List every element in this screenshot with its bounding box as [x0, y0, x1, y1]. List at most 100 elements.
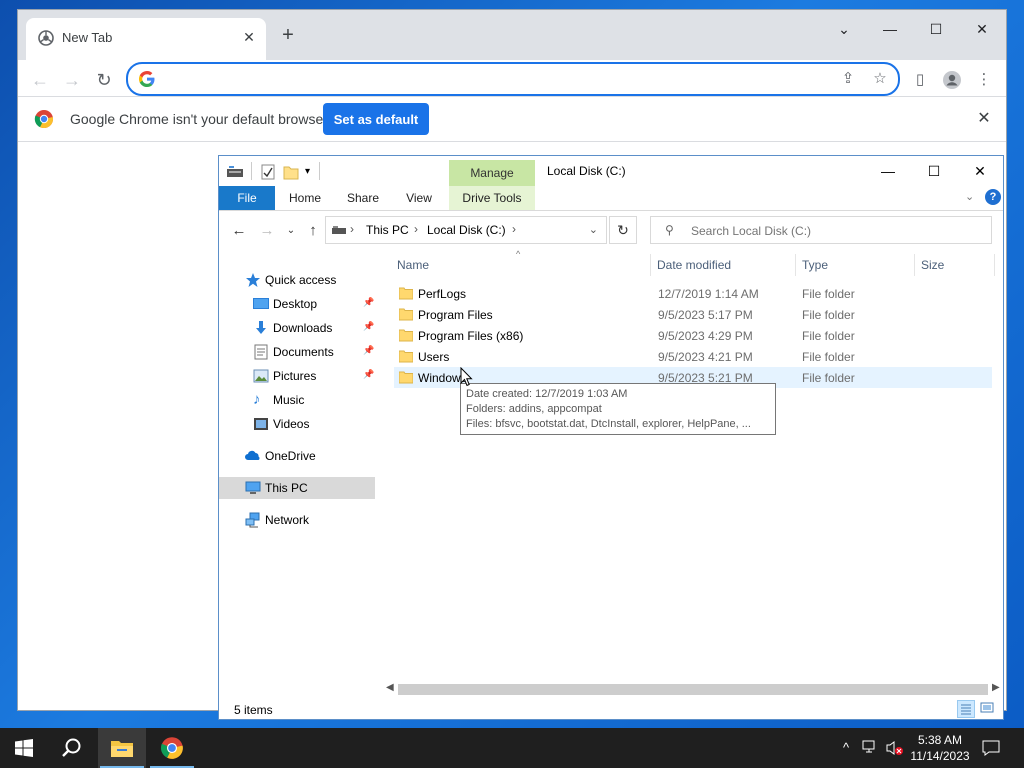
- help-icon[interactable]: ?: [985, 189, 1001, 205]
- details-view-icon[interactable]: [957, 700, 975, 718]
- chrome-menu-icon[interactable]: ⋮: [972, 68, 996, 92]
- google-g-icon: [139, 71, 155, 87]
- file-type: File folder: [802, 308, 855, 322]
- explorer-close-button[interactable]: ✕: [957, 156, 1003, 186]
- chrome-logo-icon: [34, 110, 54, 129]
- nav-network[interactable]: Network: [219, 509, 375, 531]
- address-dropdown-icon[interactable]: ⌄: [589, 223, 598, 236]
- nav-downloads[interactable]: Downloads 📌: [219, 317, 375, 339]
- tooltip-files: Files: bfsvc, bootstat.dat, DtcInstall, …: [466, 418, 751, 430]
- system-clock[interactable]: 5:38 AM 11/14/2023: [904, 732, 976, 764]
- scroll-right-icon[interactable]: ▶: [992, 682, 1000, 693]
- nav-onedrive[interactable]: OneDrive: [219, 445, 375, 467]
- new-folder-icon[interactable]: [283, 164, 299, 180]
- column-header-type[interactable]: Type: [802, 258, 828, 272]
- up-arrow-icon[interactable]: ↑: [303, 221, 323, 241]
- tab-view[interactable]: View: [395, 186, 443, 210]
- qat-dropdown-icon[interactable]: ▾: [305, 166, 310, 177]
- column-header-date-modified[interactable]: Date modified: [657, 258, 731, 272]
- tab-close-icon[interactable]: ✕: [240, 28, 258, 46]
- forward-button[interactable]: →: [58, 66, 86, 94]
- column-divider[interactable]: [914, 254, 915, 276]
- side-panel-icon[interactable]: ▯: [908, 68, 932, 92]
- file-row[interactable]: Users 9/5/2023 4:21 PM File folder: [394, 346, 992, 367]
- nav-desktop[interactable]: Desktop 📌: [219, 293, 375, 315]
- column-header-name[interactable]: Name: [397, 258, 429, 272]
- scrollbar-thumb[interactable]: [398, 684, 988, 695]
- set-as-default-button[interactable]: Set as default: [323, 103, 429, 135]
- manage-contextual-tab[interactable]: Manage: [449, 160, 535, 186]
- chrome-maximize-button[interactable]: ☐: [914, 14, 958, 44]
- file-row[interactable]: PerfLogs 12/7/2019 1:14 AM File folder: [394, 283, 992, 304]
- search-button[interactable]: [48, 728, 96, 768]
- tooltip-date-created: Date created: 12/7/2019 1:03 AM: [466, 388, 628, 400]
- desktop-icon: [253, 296, 269, 312]
- refresh-button[interactable]: ↻: [609, 216, 637, 244]
- videos-icon: [253, 416, 269, 432]
- clock-time: 5:38 AM: [917, 733, 963, 747]
- show-hidden-icons-chevron-icon[interactable]: ^: [838, 740, 854, 756]
- folder-icon: [399, 329, 413, 342]
- tab-drive-tools[interactable]: Drive Tools: [449, 186, 535, 210]
- chrome-taskbar-button[interactable]: [148, 728, 196, 768]
- nav-music[interactable]: ♪ Music: [219, 389, 375, 411]
- mouse-cursor-icon: [460, 367, 473, 387]
- nav-pictures[interactable]: Pictures 📌: [219, 365, 375, 387]
- back-button[interactable]: ←: [26, 66, 54, 94]
- chrome-tab-new-tab[interactable]: New Tab ✕: [26, 18, 266, 60]
- share-icon[interactable]: ⇪: [838, 69, 858, 89]
- volume-muted-icon[interactable]: [886, 740, 903, 756]
- cloud-icon: [245, 448, 261, 464]
- search-box[interactable]: ⚲: [650, 216, 992, 244]
- horizontal-scrollbar[interactable]: ◀ ▶: [384, 681, 1003, 698]
- explorer-minimize-button[interactable]: —: [865, 156, 911, 186]
- nav-quick-access[interactable]: Quick access: [219, 269, 375, 291]
- breadcrumb-local-disk[interactable]: Local Disk (C:): [427, 223, 506, 237]
- tab-share[interactable]: Share: [339, 186, 387, 210]
- tab-search-chevron-icon[interactable]: ⌄: [822, 14, 866, 44]
- column-divider[interactable]: [795, 254, 796, 276]
- file-row[interactable]: Program Files (x86) 9/5/2023 4:29 PM Fil…: [394, 325, 992, 346]
- nav-this-pc[interactable]: This PC: [219, 477, 375, 499]
- chrome-minimize-button[interactable]: —: [868, 14, 912, 44]
- pin-icon: 📌: [363, 321, 375, 331]
- column-header-size[interactable]: Size: [921, 258, 944, 272]
- tooltip-folders: Folders: addins, appcompat: [466, 403, 602, 415]
- new-tab-button[interactable]: +: [274, 24, 302, 48]
- address-bar[interactable]: › This PC › Local Disk (C:) › ⌄: [325, 216, 607, 244]
- computer-icon: [245, 480, 261, 496]
- tab-file[interactable]: File: [219, 186, 275, 210]
- properties-icon[interactable]: [261, 164, 275, 180]
- omnibox-input[interactable]: [164, 68, 818, 92]
- file-type: File folder: [802, 371, 855, 385]
- reload-button[interactable]: ↻: [90, 66, 118, 94]
- start-button[interactable]: [0, 728, 48, 768]
- column-divider[interactable]: [994, 254, 995, 276]
- file-row[interactable]: Program Files 9/5/2023 5:17 PM File fold…: [394, 304, 992, 325]
- search-input[interactable]: [689, 221, 983, 241]
- explorer-maximize-button[interactable]: ☐: [911, 156, 957, 186]
- nav-label: Videos: [273, 417, 310, 431]
- scroll-left-icon[interactable]: ◀: [386, 682, 394, 693]
- file-explorer-taskbar-button[interactable]: [98, 728, 146, 768]
- forward-arrow-icon[interactable]: →: [257, 221, 277, 241]
- network-tray-icon[interactable]: [862, 740, 878, 756]
- nav-documents[interactable]: Documents 📌: [219, 341, 375, 363]
- tab-home[interactable]: Home: [281, 186, 329, 210]
- pin-icon: 📌: [363, 369, 375, 379]
- bookmark-star-icon[interactable]: ☆: [870, 69, 890, 89]
- infobar-close-icon[interactable]: ✕: [974, 109, 994, 129]
- back-arrow-icon[interactable]: ←: [229, 221, 249, 241]
- file-type: File folder: [802, 287, 855, 301]
- profile-avatar-icon[interactable]: [940, 68, 964, 92]
- chrome-close-button[interactable]: ✕: [960, 14, 1004, 44]
- system-menu-icon[interactable]: [227, 164, 243, 178]
- large-icons-view-icon[interactable]: [979, 700, 997, 718]
- breadcrumb-this-pc[interactable]: This PC: [366, 223, 409, 237]
- expand-ribbon-chevron-icon[interactable]: ⌄: [965, 190, 974, 203]
- column-divider[interactable]: [650, 254, 651, 276]
- nav-videos[interactable]: Videos: [219, 413, 375, 435]
- omnibox[interactable]: ⇪ ☆: [126, 62, 900, 96]
- recent-locations-chevron-icon[interactable]: ⌄: [281, 221, 301, 241]
- notifications-icon[interactable]: [982, 739, 1000, 756]
